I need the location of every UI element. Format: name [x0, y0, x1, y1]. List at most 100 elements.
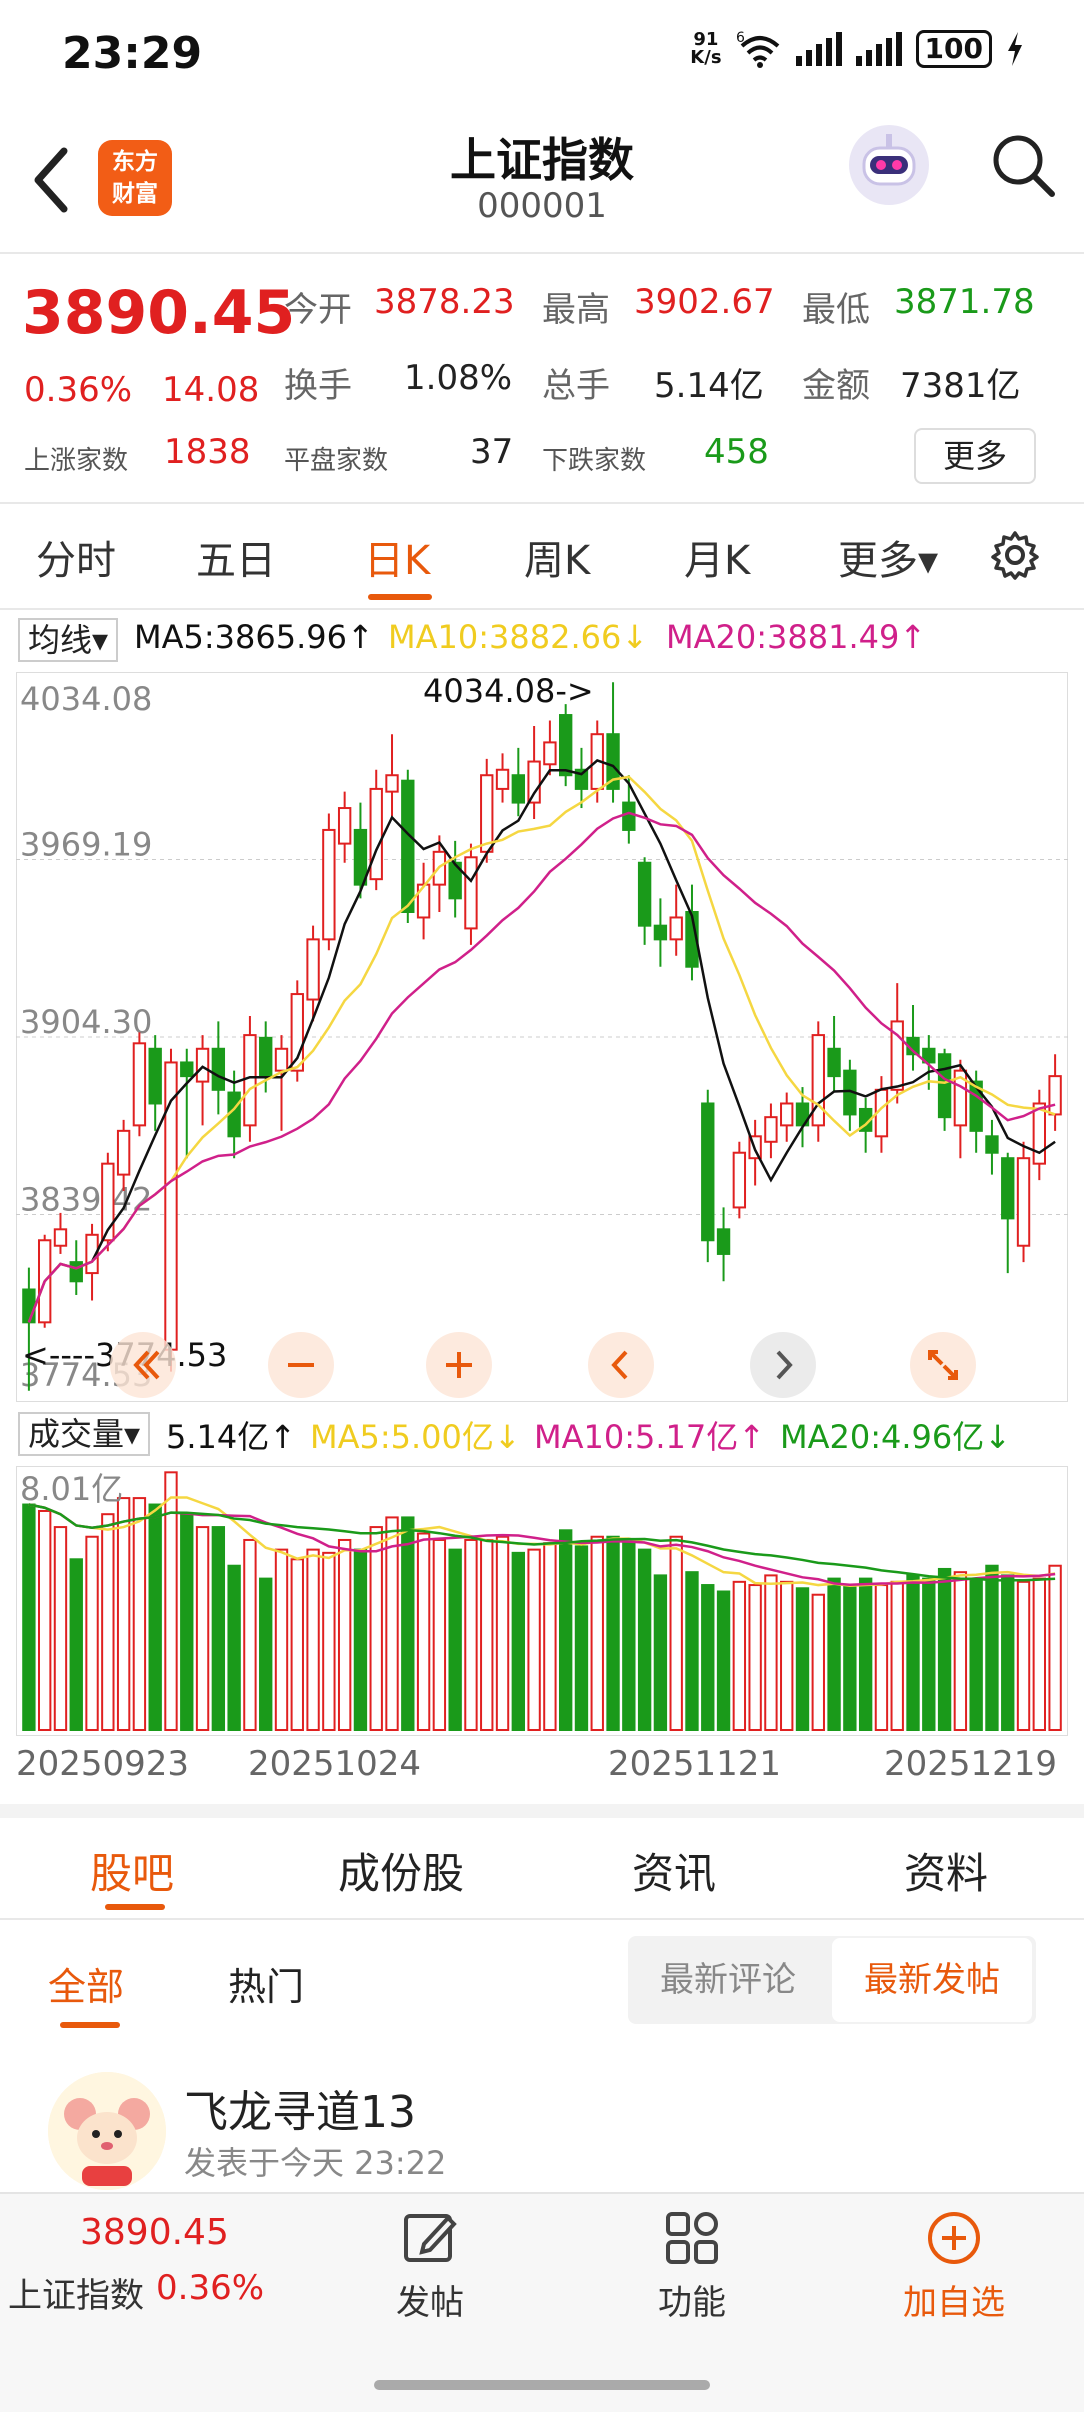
zoom-in-icon[interactable] — [424, 1330, 494, 1400]
volume-bar — [985, 1564, 999, 1732]
candle-body — [937, 1053, 952, 1119]
y-axis-label: 3969.19 — [20, 826, 152, 864]
down-count: 458 — [704, 432, 769, 472]
candle-body — [1001, 1157, 1015, 1220]
candle-body — [369, 787, 383, 881]
open-label: 今开 — [284, 290, 352, 330]
search-icon[interactable] — [988, 130, 1058, 200]
volume-bar — [558, 1529, 573, 1732]
candle-body — [211, 1047, 226, 1091]
candle-body — [480, 774, 494, 853]
fast-back-icon[interactable] — [108, 1330, 178, 1400]
volume-bar — [37, 1509, 52, 1731]
tab-profile[interactable]: 资料 — [904, 1840, 988, 1901]
ma-legend-label: 均线 — [28, 621, 93, 659]
avatar-mouse-icon — [48, 2072, 166, 2190]
candle-body — [69, 1261, 83, 1283]
volume-bar — [795, 1587, 810, 1731]
volume-bar — [22, 1503, 36, 1732]
tab-intraday[interactable]: 分时 — [36, 528, 116, 586]
volume-bar — [937, 1567, 952, 1731]
volume-bar — [322, 1551, 336, 1732]
volume-bar — [148, 1503, 162, 1732]
candle-body — [669, 916, 683, 941]
zoom-out-icon[interactable] — [266, 1330, 336, 1400]
volume-chart[interactable]: 8.01亿 — [16, 1466, 1068, 1736]
candle-body — [195, 1047, 210, 1083]
volume-value: 5.14亿 — [654, 366, 764, 406]
section-spacer — [0, 1804, 1084, 1818]
volume-legend-selector[interactable]: 成交量▾ — [18, 1412, 151, 1456]
tab-news[interactable]: 资讯 — [632, 1840, 716, 1901]
change-percent: 0.36% — [24, 370, 133, 410]
user-avatar[interactable] — [48, 2072, 166, 2190]
sort-latest-comment[interactable]: 最新评论 — [628, 1938, 828, 2022]
step-forward-icon[interactable] — [748, 1330, 818, 1400]
amount-value: 7381亿 — [900, 366, 1021, 406]
tab-guba[interactable]: 股吧 — [90, 1840, 174, 1901]
volume-bar — [874, 1584, 889, 1731]
volume-bar — [922, 1577, 936, 1732]
volume-bar — [637, 1548, 652, 1731]
post-username[interactable]: 飞龙寻道13 — [184, 2076, 416, 2140]
volume-bar — [1032, 1577, 1047, 1732]
candle-body — [274, 1047, 289, 1072]
tab-weekly-k[interactable]: 周K — [524, 528, 590, 586]
step-back-icon[interactable] — [586, 1330, 656, 1400]
candle-body — [653, 924, 668, 941]
net-speed: 91 K/s — [690, 31, 721, 67]
subtab-hot[interactable]: 热门 — [228, 1956, 304, 2011]
volume-bar — [1016, 1580, 1031, 1731]
candle-body — [637, 861, 652, 927]
signal-icon-1 — [795, 32, 842, 66]
candle-body — [527, 760, 541, 804]
add-watchlist-button[interactable]: 加自选 — [854, 2210, 1054, 2324]
candle-body — [116, 1129, 131, 1176]
tab-constituents[interactable]: 成份股 — [338, 1840, 464, 1901]
sort-latest-post[interactable]: 最新发帖 — [832, 1938, 1032, 2022]
post-button[interactable]: 发帖 — [330, 2210, 530, 2324]
flat-count: 37 — [470, 432, 514, 472]
high-label: 最高 — [542, 290, 610, 330]
candle-body — [353, 828, 368, 886]
candle-body — [1016, 1157, 1031, 1247]
tab-five-day[interactable]: 五日 — [196, 528, 276, 586]
assistant-robot-icon[interactable] — [846, 122, 932, 208]
settings-gear-icon[interactable] — [990, 530, 1040, 580]
volume-bar — [195, 1526, 210, 1731]
volume-bar — [543, 1542, 557, 1731]
volume-bar — [132, 1497, 147, 1731]
volume-bar — [858, 1577, 873, 1732]
volume-bar — [85, 1535, 99, 1731]
fullscreen-icon[interactable] — [908, 1330, 978, 1400]
volume-bar — [669, 1535, 683, 1731]
y-axis-label: 4034.08 — [20, 680, 152, 718]
more-quote-button[interactable]: 更多 — [914, 428, 1036, 484]
tab-daily-k[interactable]: 日K — [364, 528, 430, 586]
post-time: 发表于今天 23:22 — [184, 2144, 447, 2182]
date-label-2: 20251024 — [248, 1744, 422, 1784]
status-time: 23:29 — [62, 28, 203, 79]
candlestick-chart[interactable]: 4034.083969.193904.303839.423774.534034.… — [16, 672, 1068, 1402]
candle-body — [227, 1091, 241, 1138]
bottom-price: 3890.45 — [80, 2212, 229, 2253]
function-button[interactable]: 功能 — [592, 2210, 792, 2324]
volume-bar — [480, 1538, 494, 1732]
candle-body — [764, 1116, 778, 1143]
y-axis-label: 3904.30 — [20, 1003, 152, 1041]
grid-icon — [666, 2212, 718, 2264]
volume-bar — [274, 1548, 289, 1731]
subtab-all[interactable]: 全部 — [48, 1956, 124, 2011]
chart-controls — [0, 1330, 1084, 1400]
volume-bar — [243, 1538, 257, 1732]
candle-body — [511, 774, 526, 804]
volume-bar — [606, 1535, 620, 1731]
ma-legend-selector[interactable]: 均线▾ — [18, 618, 119, 662]
tab-more[interactable]: 更多▾ — [838, 528, 938, 586]
candle-body — [464, 856, 478, 930]
volume-bar — [527, 1548, 541, 1731]
volume-bar — [1048, 1564, 1062, 1732]
tab-monthly-k[interactable]: 月K — [684, 528, 750, 586]
volume-bar — [353, 1548, 368, 1731]
candle-body — [558, 714, 573, 777]
